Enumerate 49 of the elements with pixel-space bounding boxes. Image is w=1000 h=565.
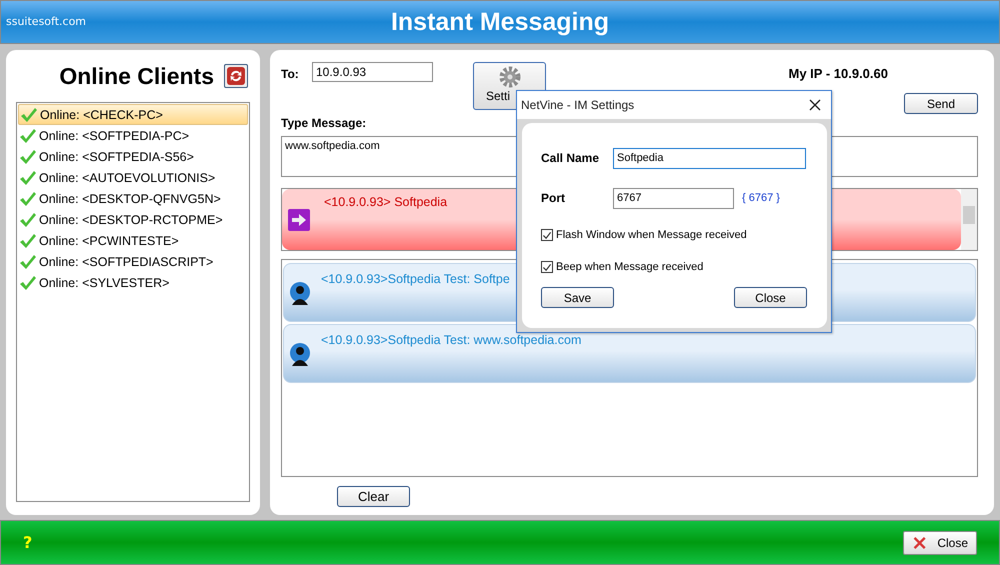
panel-title: Online Clients: [59, 62, 214, 90]
close-icon[interactable]: [809, 99, 821, 111]
message-text: <10.9.0.93>Softpedia Test: Softpe: [321, 272, 510, 286]
check-icon: [19, 254, 37, 270]
call-name-label: Call Name: [541, 151, 600, 165]
option-label: Flash Window when Message received: [556, 229, 747, 241]
client-item[interactable]: Online: <PCWINTESTE>: [18, 230, 248, 251]
scrollbar[interactable]: [961, 189, 977, 250]
client-item[interactable]: Online: <CHECK-PC>: [18, 104, 248, 125]
gear-icon: [498, 65, 522, 89]
checkbox[interactable]: [541, 261, 553, 273]
message-text: <10.9.0.93>Softpedia Test: www.softpedia.com: [321, 333, 582, 347]
check-icon: [19, 148, 37, 164]
client-item[interactable]: Online: <SOFTPEDIA-PC>: [18, 125, 248, 146]
client-item[interactable]: Online: <AUTOEVOLUTIONIS>: [18, 167, 248, 188]
check-icon: [20, 106, 38, 122]
port-label: Port: [541, 191, 566, 205]
my-ip-label: My IP - 10.9.0.60: [788, 66, 888, 81]
to-field[interactable]: 10.9.0.93: [312, 62, 433, 82]
port-hint: { 6767 }: [742, 192, 780, 204]
port-field[interactable]: 6767: [613, 188, 734, 208]
close-button[interactable]: Close: [903, 530, 977, 554]
message-label: Type Message:: [281, 116, 368, 130]
refresh-button[interactable]: [224, 64, 248, 88]
site-label: ssuitesoft.com: [6, 15, 86, 28]
option-label: Beep when Message received: [556, 261, 704, 273]
client-item[interactable]: Online: <SOFTPEDIASCRIPT>: [18, 251, 248, 272]
check-icon: [19, 190, 37, 206]
dialog-close-button[interactable]: Close: [734, 287, 807, 308]
clear-button[interactable]: Clear: [337, 486, 410, 507]
user-globe-icon: [289, 342, 311, 366]
app-title: Instant Messaging: [390, 8, 610, 36]
check-icon: [19, 128, 37, 144]
check-icon: [19, 274, 37, 290]
save-button[interactable]: Save: [541, 287, 614, 308]
to-label: To:: [281, 67, 300, 81]
client-item[interactable]: Online: <SYLVESTER>: [18, 272, 248, 293]
user-globe-icon: [289, 280, 311, 304]
client-item[interactable]: Online: <SOFTPEDIA-S56>: [18, 146, 248, 167]
message-text: <10.9.0.93> Softpedia: [324, 195, 448, 209]
checkbox[interactable]: [541, 229, 553, 241]
send-button[interactable]: Send: [904, 93, 978, 114]
check-icon: [19, 232, 37, 248]
client-item[interactable]: Online: <DESKTOP-QFNVG5N>: [18, 188, 248, 209]
check-icon: [19, 170, 37, 186]
client-item[interactable]: Online: <DESKTOP-RCTOPME>: [18, 209, 248, 230]
check-icon: [19, 212, 37, 228]
call-name-field[interactable]: Softpedia: [613, 148, 806, 168]
refresh-icon: [227, 67, 245, 85]
